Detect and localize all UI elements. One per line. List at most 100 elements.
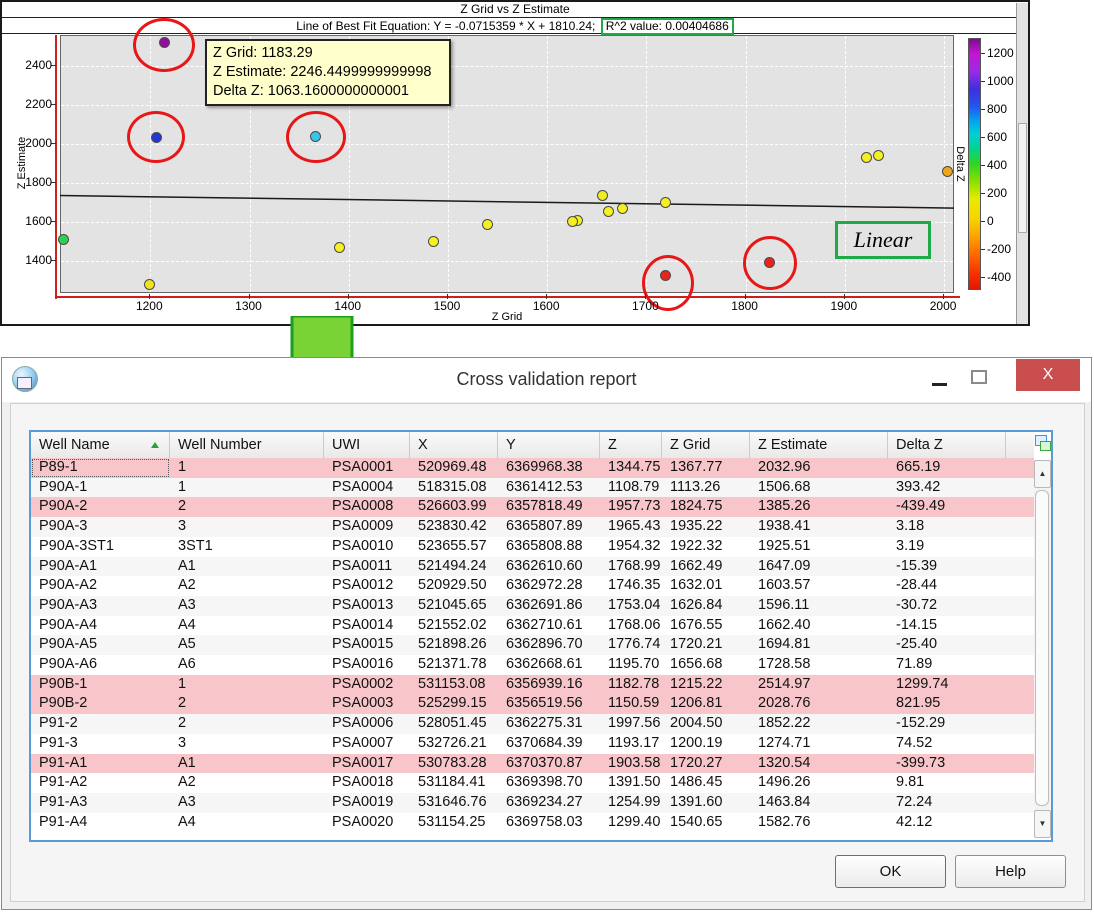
table-row-P91-A1[interactable]: P91-A1A1PSA0017530783.286370370.871903.5… xyxy=(31,754,1034,774)
table-cell: 2028.76 xyxy=(750,694,888,714)
table-cell: 2032.96 xyxy=(750,458,888,478)
table-header-z-grid[interactable]: Z Grid xyxy=(662,432,750,458)
table-cell: PSA0007 xyxy=(324,734,410,754)
colorbar-tick-label: 600 xyxy=(987,130,1007,144)
table-cell: 6362710.61 xyxy=(498,616,600,636)
table-cell: 1965.43 xyxy=(600,517,662,537)
best-fit-equation-label: Line of Best Fit Equation: Y = -0.071535… xyxy=(296,19,595,33)
scatter-point-P90A-1[interactable] xyxy=(58,234,69,245)
table-cell: 1676.55 xyxy=(662,616,750,636)
table-row-P90B-2[interactable]: P90B-22PSA0003525299.156356519.561150.59… xyxy=(31,694,1034,714)
table-row-P90A-3[interactable]: P90A-33PSA0009523830.426365807.891965.43… xyxy=(31,517,1034,537)
scatter-point-P90A-3[interactable] xyxy=(873,150,884,161)
table-cell: 1 xyxy=(170,478,324,498)
table-cell: 6369398.70 xyxy=(498,773,600,793)
table-cell: 1776.74 xyxy=(600,635,662,655)
colorbar-label: Delta Z xyxy=(954,124,966,204)
chart-scrollbar[interactable] xyxy=(1016,3,1028,324)
scatter-point-P90A-A5[interactable] xyxy=(660,197,671,208)
table-row-P90A-1[interactable]: P90A-11PSA0004518315.086361412.531108.79… xyxy=(31,478,1034,498)
table-cell: 3.19 xyxy=(888,537,1006,557)
table-cell: 1215.22 xyxy=(662,675,750,695)
scatter-point-P91-3[interactable] xyxy=(144,279,155,290)
scatter-point-P91-A4[interactable] xyxy=(482,219,493,230)
table-row-P90A-3ST1[interactable]: P90A-3ST13ST1PSA0010523655.576365808.881… xyxy=(31,537,1034,557)
table-cell: 521045.65 xyxy=(410,596,498,616)
table-row-P91-A2[interactable]: P91-A2A2PSA0018531184.416369398.701391.5… xyxy=(31,773,1034,793)
table-cell: 1108.79 xyxy=(600,478,662,498)
table-cell: 1463.84 xyxy=(750,793,888,813)
table-cell: 665.19 xyxy=(888,458,1006,478)
scroll-down-button[interactable]: ▼ xyxy=(1034,810,1051,838)
table-row-P91-3[interactable]: P91-33PSA0007532726.216370684.391193.171… xyxy=(31,734,1034,754)
table-cell: A6 xyxy=(170,655,324,675)
chart-scrollbar-thumb[interactable] xyxy=(1018,123,1027,233)
table-cell: 6362668.61 xyxy=(498,655,600,675)
plot-area[interactable] xyxy=(60,35,954,293)
table-cell: 1662.49 xyxy=(662,557,750,577)
table-row-P90A-A4[interactable]: P90A-A4A4PSA0014521552.026362710.611768.… xyxy=(31,616,1034,636)
table-header-delta-z[interactable]: Delta Z xyxy=(888,432,1006,458)
scatter-point-P90A-A4[interactable] xyxy=(617,203,628,214)
table-header-x[interactable]: X xyxy=(410,432,498,458)
table-cell: 1852.22 xyxy=(750,714,888,734)
table-header-y[interactable]: Y xyxy=(498,432,600,458)
table-cell: 1954.32 xyxy=(600,537,662,557)
table-cell: 6369758.03 xyxy=(498,813,600,833)
maximize-button[interactable] xyxy=(964,364,992,392)
table-cell: -15.39 xyxy=(888,557,1006,577)
y-tick-label: 2200 xyxy=(14,97,52,111)
table-cell: 532726.21 xyxy=(410,734,498,754)
table-header-z-estimate[interactable]: Z Estimate xyxy=(750,432,888,458)
table-cell: 6365808.88 xyxy=(498,537,600,557)
table-row-P91-A3[interactable]: P91-A3A3PSA0019531646.766369234.271254.9… xyxy=(31,793,1034,813)
table-row-P89-1[interactable]: P89-11PSA0001520969.486369968.381344.751… xyxy=(31,458,1034,478)
table-cell: 1922.32 xyxy=(662,537,750,557)
table-row-P90A-A2[interactable]: P90A-A2A2PSA0012520929.506362972.281746.… xyxy=(31,576,1034,596)
table-row-P90B-1[interactable]: P90B-11PSA0002531153.086356939.161182.78… xyxy=(31,675,1034,695)
scatter-point-P91-A3[interactable] xyxy=(334,242,345,253)
table-options-icon[interactable] xyxy=(1035,435,1051,451)
minimize-button[interactable] xyxy=(927,366,953,394)
table-cell: PSA0010 xyxy=(324,537,410,557)
table-cell: 1254.99 xyxy=(600,793,662,813)
tooltip-z-grid: Z Grid: 1183.29 xyxy=(213,44,443,63)
table-row-P90A-A3[interactable]: P90A-A3A3PSA0013521045.656362691.861753.… xyxy=(31,596,1034,616)
table-row-P90A-A6[interactable]: P90A-A6A6PSA0016521371.786362668.611195.… xyxy=(31,655,1034,675)
scatter-point-P90A-A1[interactable] xyxy=(603,206,614,217)
chart-title: Z Grid vs Z Estimate xyxy=(2,2,1028,18)
table-header-z[interactable]: Z xyxy=(600,432,662,458)
colorbar-tick-label: 1000 xyxy=(987,74,1014,88)
table-row-P90A-A1[interactable]: P90A-A1A1PSA0011521494.246362610.601768.… xyxy=(31,557,1034,577)
close-button[interactable]: X xyxy=(1016,359,1080,391)
table-cell: -152.29 xyxy=(888,714,1006,734)
scatter-point-P90A-3ST1[interactable] xyxy=(861,152,872,163)
table-cell: PSA0004 xyxy=(324,478,410,498)
table-cell: P90A-3 xyxy=(31,517,170,537)
table-cell: 1720.21 xyxy=(662,635,750,655)
help-button[interactable]: Help xyxy=(955,855,1066,888)
table-cell: 9.81 xyxy=(888,773,1006,793)
scatter-point-P91-A2[interactable] xyxy=(428,236,439,247)
table-cell: 1596.11 xyxy=(750,596,888,616)
table-row-P90A-2[interactable]: P90A-22PSA0008526603.996357818.491957.73… xyxy=(31,497,1034,517)
table-cell: 1603.57 xyxy=(750,576,888,596)
table-cell: 2 xyxy=(170,714,324,734)
table-row-P91-A4[interactable]: P91-A4A4PSA0020531154.256369758.031299.4… xyxy=(31,813,1034,833)
ok-button[interactable]: OK xyxy=(835,855,946,888)
table-cell: 1391.60 xyxy=(662,793,750,813)
table-cell: 1385.26 xyxy=(750,497,888,517)
table-header-well-name[interactable]: Well Name xyxy=(31,432,170,458)
table-cell: 1506.68 xyxy=(750,478,888,498)
table-header-well-number[interactable]: Well Number xyxy=(170,432,324,458)
table-cell: -28.44 xyxy=(888,576,1006,596)
scrollbar-track[interactable] xyxy=(1034,488,1051,810)
table-header-uwi[interactable]: UWI xyxy=(324,432,410,458)
table-cell: 74.52 xyxy=(888,734,1006,754)
scroll-up-button[interactable]: ▲ xyxy=(1034,460,1051,488)
table-row-P91-2[interactable]: P91-22PSA0006528051.456362275.311997.562… xyxy=(31,714,1034,734)
table-row-P90A-A5[interactable]: P90A-A5A5PSA0015521898.266362896.701776.… xyxy=(31,635,1034,655)
scrollbar-thumb[interactable] xyxy=(1035,490,1049,806)
table-cell: 6361412.53 xyxy=(498,478,600,498)
dialog-titlebar[interactable]: Cross validation report X xyxy=(2,358,1091,402)
